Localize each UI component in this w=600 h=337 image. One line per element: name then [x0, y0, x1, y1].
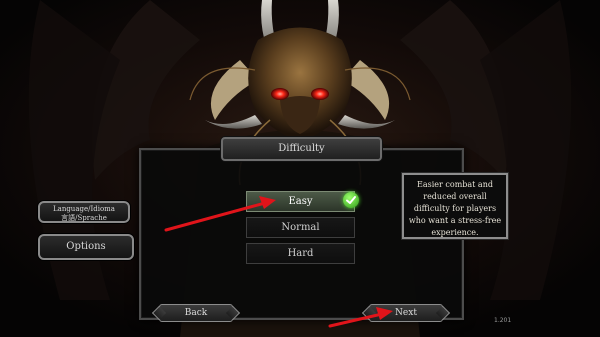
hard-option-button[interactable]: Hard [246, 243, 355, 264]
back-button[interactable]: Back [159, 304, 233, 322]
easy-option-button[interactable]: Easy [246, 191, 355, 212]
green-checkmark-icon [343, 192, 359, 208]
language-button[interactable]: Language/Idioma 言語/Sprache [38, 201, 130, 223]
next-button[interactable]: Next [369, 304, 443, 322]
difficulty-title: Difficulty [221, 137, 382, 161]
options-button[interactable]: Options [38, 234, 134, 260]
version-label: 1.201 [494, 317, 512, 324]
language-label-line2: 言語/Sprache [61, 214, 107, 222]
normal-option-button[interactable]: Normal [246, 217, 355, 238]
language-label-line1: Language/Idioma [53, 205, 115, 213]
difficulty-description: Easier combat and reduced overall diffic… [402, 173, 508, 239]
